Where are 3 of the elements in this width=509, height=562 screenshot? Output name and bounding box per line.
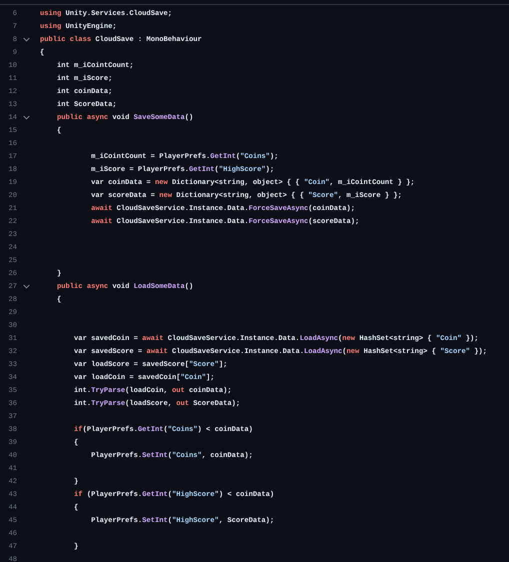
chevron-icon[interactable] (23, 37, 30, 42)
chevron-icon[interactable] (23, 284, 30, 289)
chevron-icon[interactable] (23, 115, 30, 120)
